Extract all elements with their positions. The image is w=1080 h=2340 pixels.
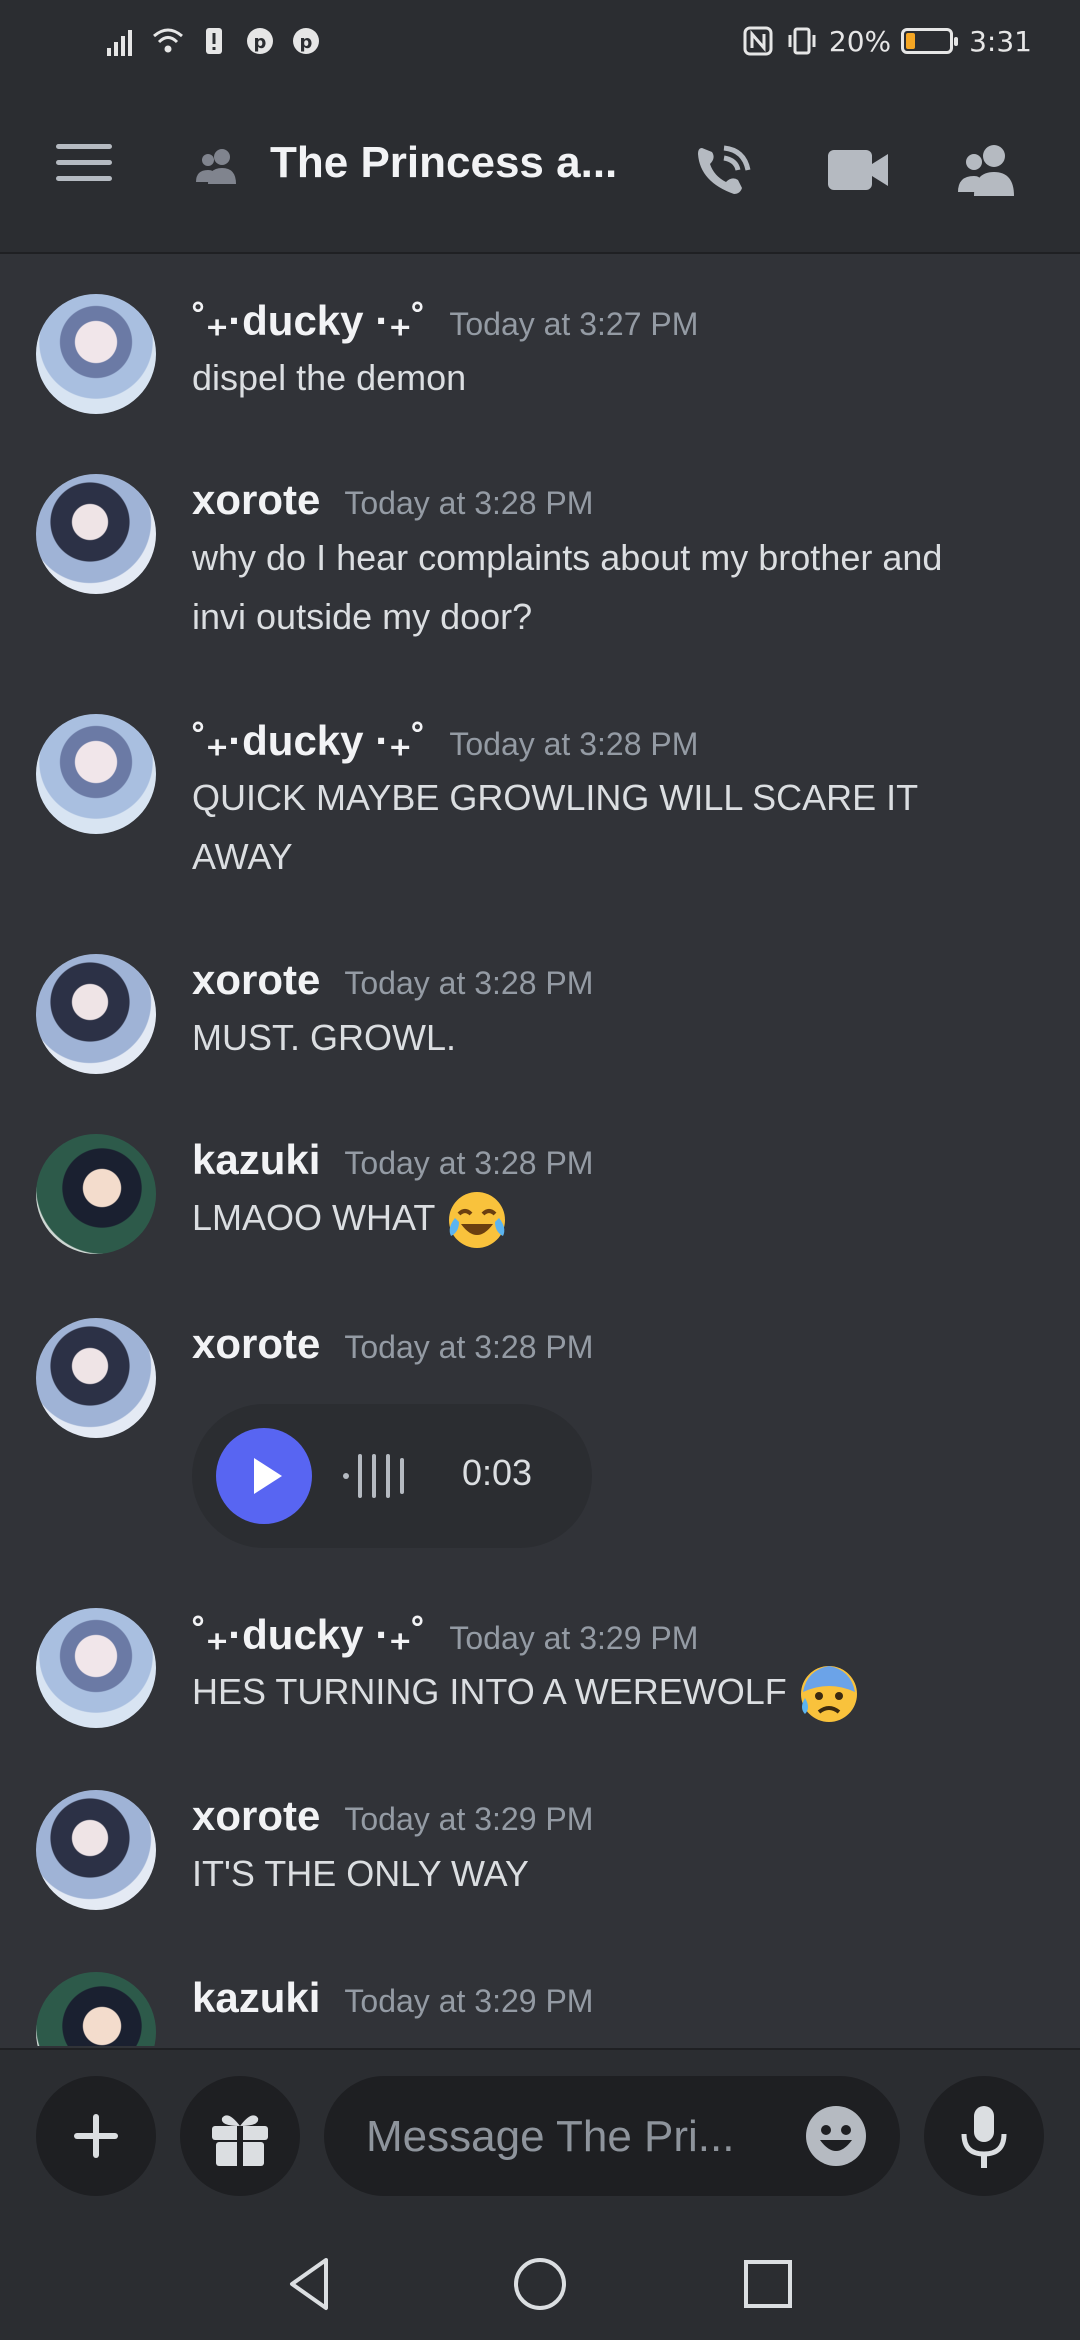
anxious-face-with-sweat-icon: [800, 1666, 857, 1723]
message-header: ˚₊·ducky ·₊˚ Today at 3:29 PM: [192, 1610, 698, 1659]
timestamp: Today at 3:29 PM: [344, 1983, 594, 2019]
author-name[interactable]: ˚₊·ducky ·₊˚: [192, 296, 425, 345]
voice-duration: 0:03: [462, 1452, 533, 1493]
phone-call-icon[interactable]: [692, 142, 756, 198]
alert-icon: [206, 28, 222, 54]
signal-icon: [107, 30, 132, 56]
message-line: QUICK MAYBE GROWLING WILL SCARE IT: [192, 777, 919, 818]
message-line: AWAY: [192, 836, 293, 877]
ducky-avatar[interactable]: [36, 294, 156, 414]
timestamp: Today at 3:29 PM: [344, 1801, 594, 1837]
play-button[interactable]: [216, 1428, 312, 1524]
author-name[interactable]: xorote: [192, 956, 320, 1004]
play-icon: [254, 1458, 282, 1494]
message-text: why do I hear complaints about my brothe…: [192, 528, 1052, 646]
author-name[interactable]: ˚₊·ducky ·₊˚: [192, 716, 425, 765]
message-input[interactable]: [364, 2102, 788, 2172]
plus-icon: [74, 2114, 118, 2158]
recent-apps-icon[interactable]: [738, 2254, 798, 2314]
message-text: LMAOO WHAT: [192, 1188, 1052, 1252]
nfc-icon: [743, 26, 773, 56]
timestamp: Today at 3:28 PM: [344, 485, 594, 521]
kazuki-avatar[interactable]: [36, 1972, 156, 2046]
pinterest-icon: p: [293, 28, 319, 54]
message-header: xorote Today at 3:28 PM: [192, 476, 593, 524]
hamburger-menu-icon[interactable]: [56, 144, 112, 184]
timestamp: Today at 3:28 PM: [344, 965, 594, 1001]
message-composer: [0, 2048, 1080, 2224]
xorote-avatar[interactable]: [36, 1318, 156, 1438]
author-name[interactable]: kazuki: [192, 1136, 320, 1184]
emoji-icon[interactable]: [804, 2104, 868, 2168]
message-header: xorote Today at 3:28 PM: [192, 1320, 593, 1368]
wifi-icon: [153, 28, 183, 53]
timestamp: Today at 3:28 PM: [449, 726, 699, 762]
message-header: kazuki Today at 3:28 PM: [192, 1136, 593, 1184]
system-nav-bar: [0, 2224, 1080, 2340]
message-header: kazuki Today at 3:29 PM: [192, 1974, 593, 2022]
author-name[interactable]: kazuki: [192, 1974, 320, 2022]
author-name[interactable]: xorote: [192, 1320, 320, 1368]
message-input-container[interactable]: [324, 2076, 900, 2196]
people-icon: [196, 149, 236, 184]
message-header: ˚₊·ducky ·₊˚ Today at 3:27 PM: [192, 296, 698, 345]
message-text: MUST. GROWL.: [192, 1017, 457, 1058]
status-bar: p p 20% 3:31: [0, 0, 1080, 86]
xorote-avatar[interactable]: [36, 1790, 156, 1910]
battery-icon: [901, 28, 959, 54]
timestamp: Today at 3:28 PM: [344, 1145, 594, 1181]
ducky-avatar[interactable]: [36, 714, 156, 834]
xorote-avatar[interactable]: [36, 954, 156, 1074]
kazuki-avatar[interactable]: [36, 1134, 156, 1254]
xorote-avatar[interactable]: [36, 474, 156, 594]
message-line: why do I hear complaints about my brothe…: [192, 537, 943, 578]
message-text: dispel the demon: [192, 357, 467, 398]
timestamp: Today at 3:28 PM: [344, 1329, 594, 1365]
waveform-icon: [343, 1454, 404, 1498]
microphone-icon: [961, 2106, 1007, 2168]
author-name[interactable]: xorote: [192, 1792, 320, 1840]
message-text: HES TURNING INTO A WEREWOLF: [192, 1662, 1052, 1726]
message-list[interactable]: ˚₊·ducky ·₊˚ Today at 3:27 PM dispel the…: [0, 256, 1080, 2046]
back-icon[interactable]: [282, 2254, 342, 2314]
message-line: invi outside my door?: [192, 596, 533, 637]
voice-message[interactable]: 0:03: [192, 1404, 592, 1548]
status-right-icons: 20% 3:31: [741, 24, 1032, 58]
author-name[interactable]: xorote: [192, 476, 320, 524]
vibrate-icon: [788, 27, 816, 55]
channel-title[interactable]: The Princess a...: [270, 138, 617, 188]
message-text-content: LMAOO WHAT: [192, 1197, 435, 1238]
message-header: ˚₊·ducky ·₊˚ Today at 3:28 PM: [192, 716, 698, 765]
battery-percent: 20%: [828, 24, 892, 58]
message-text: IT'S THE ONLY WAY: [192, 1853, 529, 1894]
pinterest-icon: p: [247, 28, 273, 54]
face-with-tears-of-joy-icon: [448, 1192, 505, 1249]
clock: 3:31: [969, 24, 1032, 58]
message-header: xorote Today at 3:28 PM: [192, 956, 593, 1004]
ducky-avatar[interactable]: [36, 1608, 156, 1728]
add-attachment-button[interactable]: [36, 2076, 156, 2196]
message-text-content: HES TURNING INTO A WEREWOLF: [192, 1671, 787, 1712]
channel-header: The Princess a...: [0, 86, 1080, 254]
author-name[interactable]: ˚₊·ducky ·₊˚: [192, 1610, 425, 1659]
home-icon[interactable]: [510, 2254, 570, 2314]
message-text: QUICK MAYBE GROWLING WILL SCARE IT AWAY: [192, 768, 1052, 886]
svg-text:p: p: [254, 32, 267, 53]
message-header: xorote Today at 3:29 PM: [192, 1792, 593, 1840]
gift-button[interactable]: [180, 2076, 300, 2196]
svg-text:p: p: [300, 32, 313, 53]
timestamp: Today at 3:29 PM: [449, 1620, 699, 1656]
members-icon[interactable]: [956, 142, 1020, 198]
video-camera-icon[interactable]: [826, 142, 890, 198]
status-left-icons: p p: [105, 24, 323, 58]
voice-record-button[interactable]: [924, 2076, 1044, 2196]
timestamp: Today at 3:27 PM: [449, 306, 699, 342]
gift-icon: [212, 2115, 268, 2166]
